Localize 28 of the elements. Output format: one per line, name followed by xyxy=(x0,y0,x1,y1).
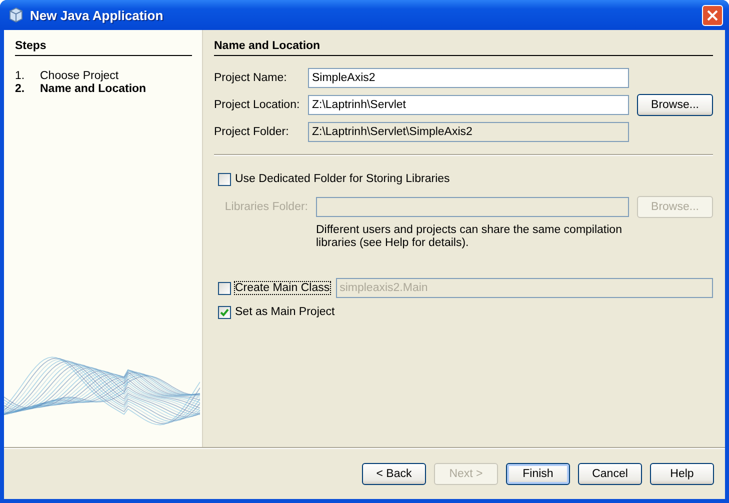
dialog-button[interactable]: Finish xyxy=(506,463,570,485)
cube-icon xyxy=(8,7,24,23)
field-label: Project Location: xyxy=(214,99,301,111)
step-number: 1. xyxy=(15,70,26,82)
checkbox[interactable] xyxy=(218,172,231,186)
help-note: Different users and projects can share the same compilation libraries (see Help for details). xyxy=(316,224,623,250)
dialog-button[interactable]: Cancel xyxy=(578,463,642,485)
checkbox-label[interactable]: Set as Main Project xyxy=(235,306,335,318)
close-button[interactable] xyxy=(702,4,723,26)
step-label: Choose Project xyxy=(40,70,119,82)
field-label: Project Name: xyxy=(214,72,288,84)
text-field[interactable]: Z:\Laptrinh\Servlet xyxy=(308,95,629,115)
step-label: Name and Location xyxy=(40,83,146,95)
checkbox[interactable] xyxy=(218,306,231,318)
section-heading: Name and Location xyxy=(214,40,713,56)
text-field[interactable]: SimpleAxis2 xyxy=(308,68,629,88)
field-label: Project Folder: xyxy=(214,126,290,138)
checkbox-label[interactable]: Use Dedicated Folder for Storing Libraries xyxy=(235,173,450,185)
window-title: New Java Application xyxy=(30,8,164,22)
step-number: 2. xyxy=(15,83,26,95)
dialog-button[interactable]: Help xyxy=(650,463,714,485)
dialog-button[interactable]: < Back xyxy=(362,463,426,485)
checkbox-label[interactable]: Create Main Class xyxy=(235,282,330,294)
checkbox[interactable] xyxy=(218,282,231,294)
field-label: Libraries Folder: xyxy=(224,201,308,213)
steps-heading: Steps xyxy=(15,40,192,56)
close-icon xyxy=(707,10,718,20)
browse-button[interactable]: Browse... xyxy=(637,94,713,116)
